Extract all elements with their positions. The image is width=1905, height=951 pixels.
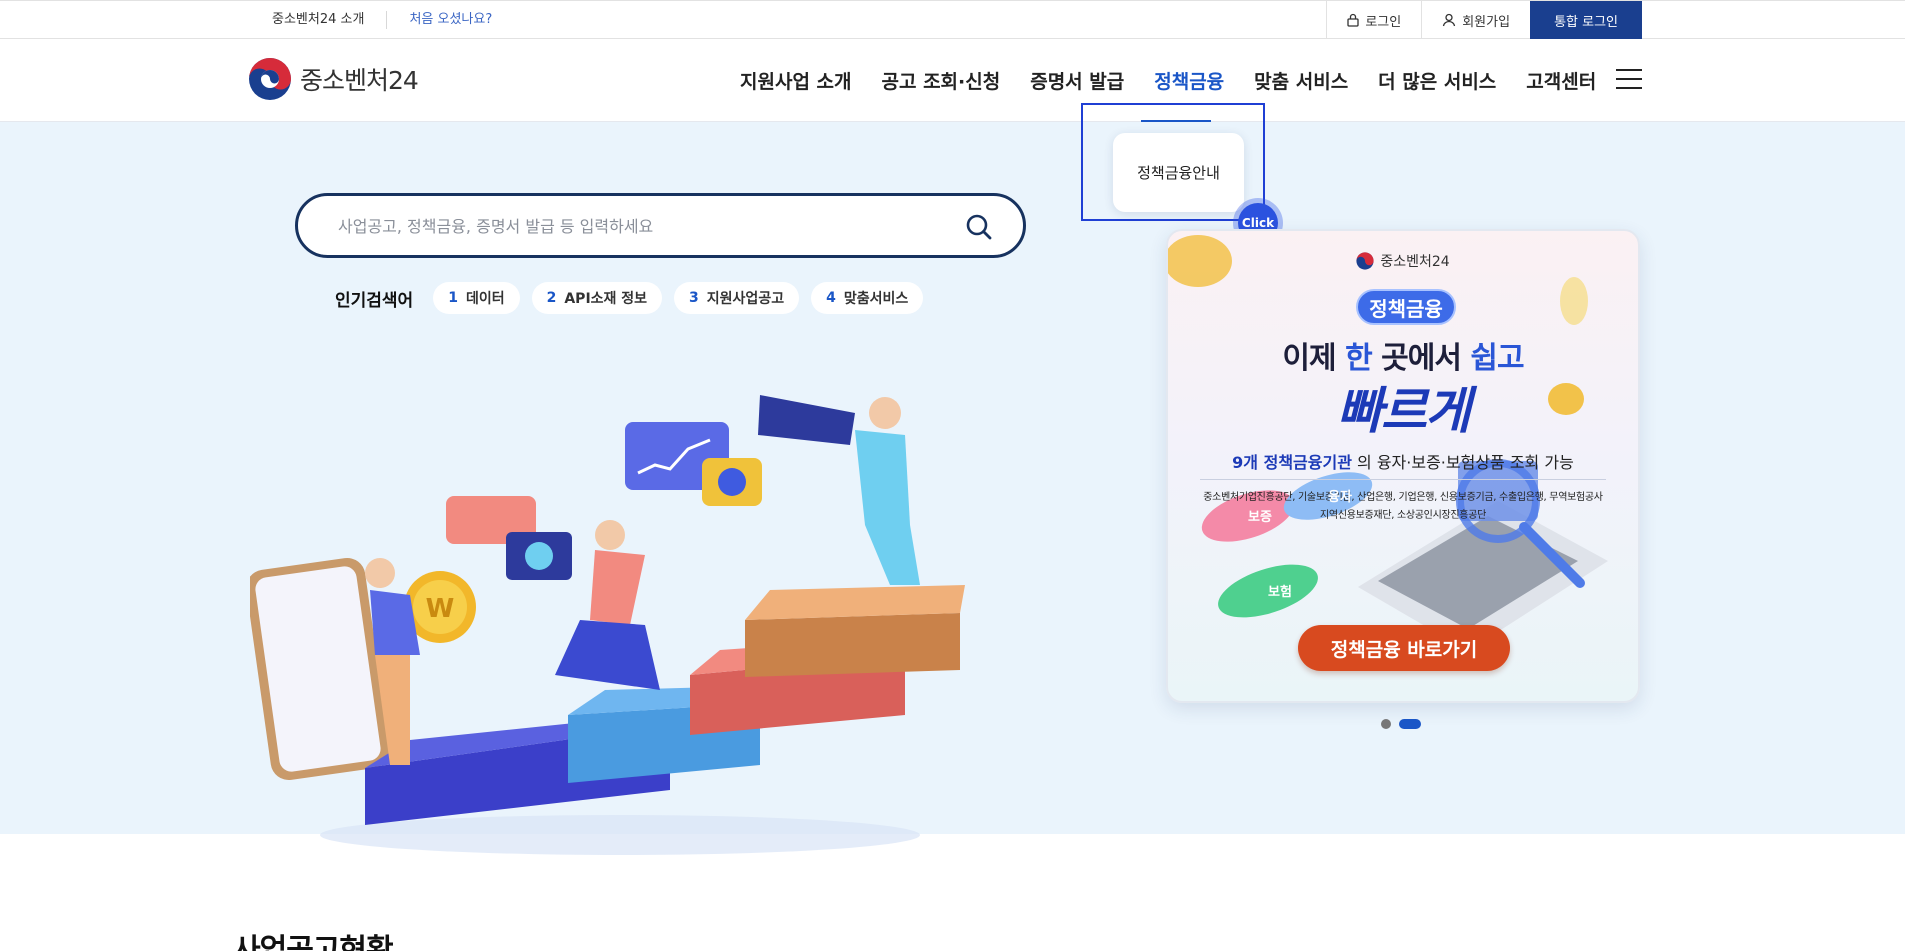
lock-icon (1347, 13, 1359, 27)
popular-keyword-chip[interactable]: 4 맞춤서비스 (811, 282, 924, 314)
chip-rank: 4 (826, 290, 836, 306)
popular-keywords: 인기검색어 1 데이터 2 API소재 정보 3 지원사업공고 4 맞춤서비스 (335, 282, 924, 314)
header: 중소벤처24 지원사업 소개 공고 조회·신청 증명서 발급 정책금융 맞춤 서… (0, 39, 1905, 122)
nav-customer-center[interactable]: 고객센터 (1511, 67, 1611, 94)
active-nav-underline (1141, 120, 1211, 122)
logo-text: 중소벤처24 (300, 66, 419, 95)
popular-title: 인기검색어 (335, 290, 414, 311)
bubble-label: 융자 (1328, 489, 1352, 505)
taegeuk-logo-icon (249, 58, 291, 100)
site-logo[interactable]: 중소벤처24 (248, 56, 419, 102)
page: 중소벤처24 소개 처음 오셨나요? 로그인 회원가입 통합 로그인 중소벤처2 (0, 0, 1905, 951)
utility-right: 로그인 회원가입 통합 로그인 (1326, 1, 1642, 39)
chip-rank: 3 (689, 290, 699, 306)
carousel-pagination (1381, 719, 1421, 729)
user-icon (1443, 13, 1456, 27)
nav-support-intro[interactable]: 지원사업 소개 (725, 67, 867, 94)
chip-label: 맞춤서비스 (843, 291, 909, 307)
svg-text:W: W (426, 594, 455, 624)
nav-policy-finance[interactable]: 정책금융 (1139, 67, 1239, 94)
bubble-label: 보증 (1248, 510, 1272, 525)
hamburger-menu-icon[interactable] (1616, 69, 1642, 91)
search-input[interactable] (338, 211, 918, 241)
promo-banner[interactable]: 중소벤처24 정책금융 이제 한 곳에서 쉽고 빠르게 9개 정책금융기관 의 … (1166, 229, 1640, 703)
chip-label: 지원사업공고 (706, 291, 785, 307)
first-visit-link[interactable]: 처음 오셨나요? (387, 11, 514, 29)
utility-bar: 중소벤처24 소개 처음 오셨나요? 로그인 회원가입 통합 로그인 (0, 0, 1905, 39)
about-link[interactable]: 중소벤처24 소개 (248, 11, 388, 29)
nav-announcements[interactable]: 공고 조회·신청 (867, 67, 1016, 94)
nav-custom-service[interactable]: 맞춤 서비스 (1239, 67, 1363, 94)
popular-keyword-chip[interactable]: 2 API소재 정보 (531, 282, 663, 314)
carousel-dot-active[interactable] (1399, 719, 1421, 729)
bubble-label: 보험 (1268, 584, 1292, 600)
policy-finance-dropdown: 정책금융안내 (1081, 103, 1265, 221)
search-icon[interactable] (965, 213, 993, 241)
hero-illustration: W (250, 395, 965, 855)
chip-label: API소재 정보 (564, 291, 648, 307)
signup-label: 회원가입 (1462, 14, 1511, 30)
chip-rank: 2 (546, 290, 557, 306)
dropdown-item-policy-finance-guide[interactable]: 정책금융안내 (1113, 133, 1244, 212)
phone-illustration (250, 558, 390, 780)
carousel-dot[interactable] (1381, 719, 1391, 729)
chip-rank: 1 (448, 290, 458, 306)
policy-finance-shortcut-button[interactable]: 정책금융 바로가기 (1298, 625, 1510, 671)
login-label: 로그인 (1365, 14, 1402, 30)
popular-keyword-chip[interactable]: 1 데이터 (433, 282, 520, 314)
popular-keyword-chip[interactable]: 3 지원사업공고 (674, 282, 800, 314)
nav-more-services[interactable]: 더 많은 서비스 (1363, 67, 1511, 94)
signup-link[interactable]: 회원가입 (1421, 1, 1530, 39)
chip-label: 데이터 (465, 291, 505, 307)
utility-left: 중소벤처24 소개 처음 오셨나요? (248, 1, 514, 39)
login-link[interactable]: 로그인 (1326, 1, 1421, 39)
section-title: 사업공고현황 (233, 933, 394, 951)
nav-certificates[interactable]: 증명서 발급 (1015, 67, 1139, 94)
search-bar (295, 193, 1026, 258)
integrated-login-button[interactable]: 통합 로그인 (1530, 1, 1642, 39)
